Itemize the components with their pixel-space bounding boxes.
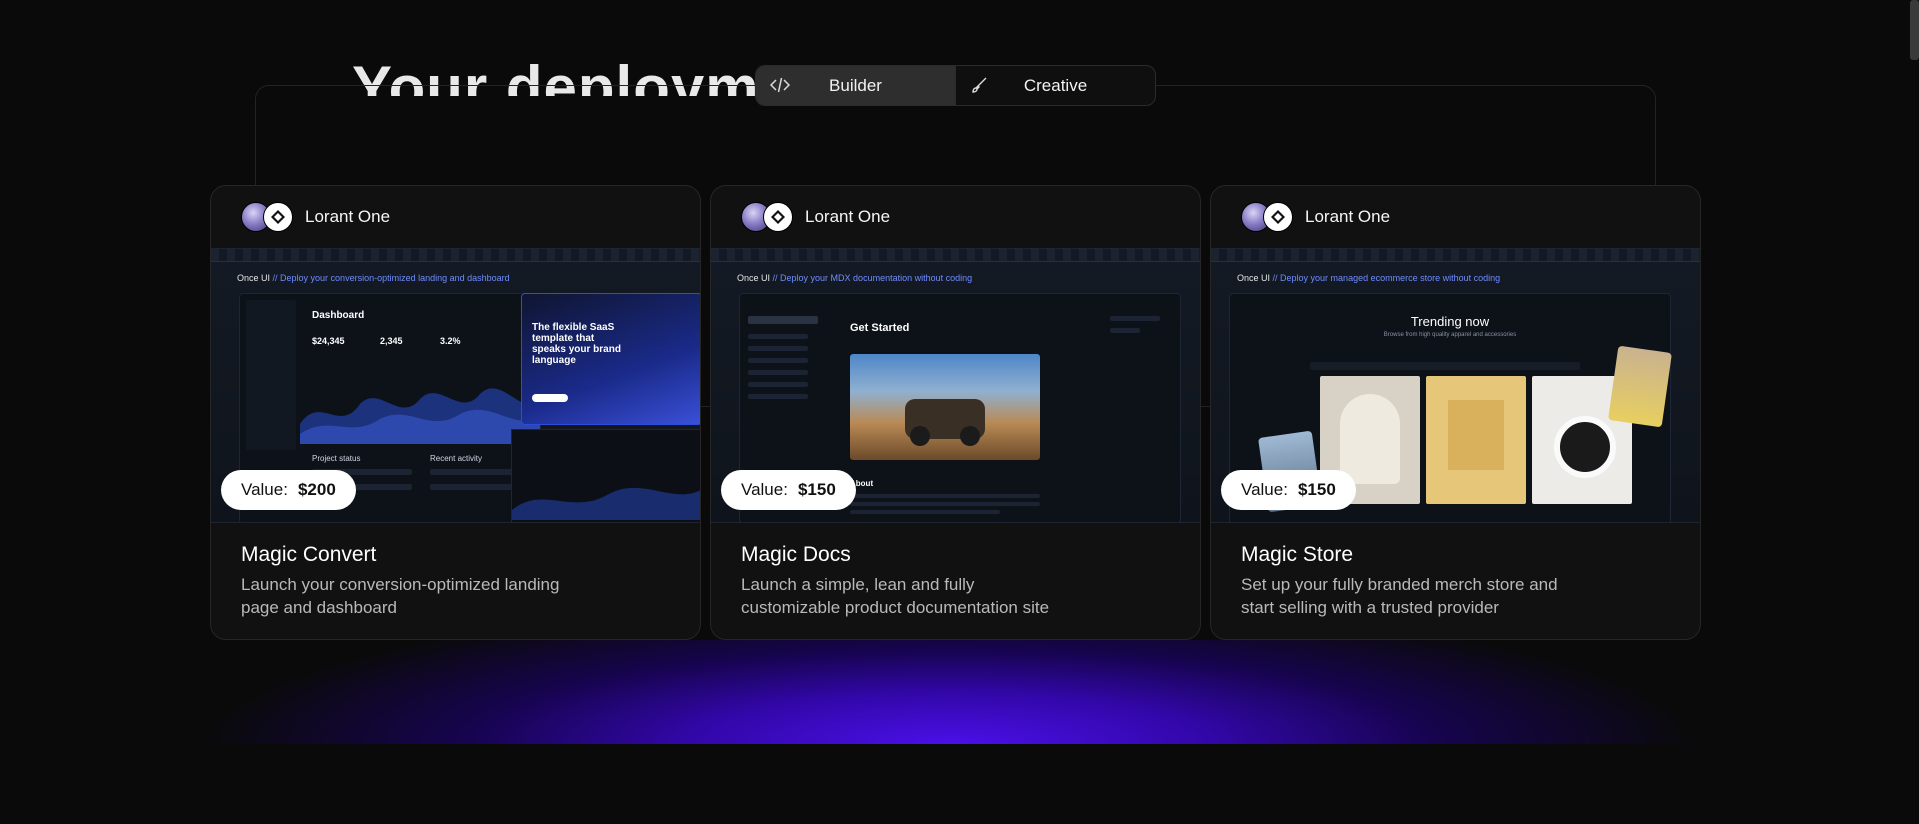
- author-name: Lorant One: [305, 207, 391, 226]
- card-title[interactable]: Magic Docs: [741, 543, 851, 567]
- logo-avatar: [263, 202, 293, 232]
- mode-toggle[interactable]: Builder Creative: [755, 65, 1156, 106]
- purple-glow: [205, 640, 1695, 744]
- value-amount: $150: [797, 480, 836, 499]
- avatar-group: [1241, 202, 1293, 232]
- value-badge: Value: $150: [1221, 470, 1356, 510]
- card-author: Lorant One: [1241, 202, 1390, 232]
- value-amount: $200: [297, 480, 336, 499]
- card-title[interactable]: Magic Store: [1241, 543, 1353, 567]
- logo-avatar: [1263, 202, 1293, 232]
- value-label: Value:: [741, 480, 788, 499]
- card-description: Launch a simple, lean and fully customiz…: [741, 575, 1050, 617]
- preview-tagline: Once UI // Deploy your managed ecommerce…: [1237, 273, 1501, 283]
- card-author: Lorant One: [741, 202, 890, 232]
- toggle-creative[interactable]: Creative: [955, 66, 1155, 105]
- code-icon: [770, 77, 790, 93]
- value-badge: Value: $200: [221, 470, 356, 510]
- avatar-group: [241, 202, 293, 232]
- author-name: Lorant One: [805, 207, 891, 226]
- brush-icon: [972, 77, 987, 93]
- card-magic-store[interactable]: Lorant One Once UI // Deploy your manage…: [1210, 185, 1701, 640]
- value-amount: $150: [1297, 480, 1336, 499]
- value-label: Value:: [241, 480, 288, 499]
- avatar-group: [741, 202, 793, 232]
- preview-tagline: Once UI // Deploy your MDX documentation…: [737, 273, 973, 283]
- author-name: Lorant One: [1305, 207, 1391, 226]
- card-magic-convert[interactable]: Lorant One Once UI // Deploy your conver…: [210, 185, 701, 640]
- card-author: Lorant One: [241, 202, 390, 232]
- logo-avatar: [763, 202, 793, 232]
- card-magic-docs[interactable]: Lorant One Once UI // Deploy your MDX do…: [710, 185, 1201, 640]
- value-badge: Value: $150: [721, 470, 856, 510]
- toggle-builder[interactable]: Builder: [756, 66, 955, 105]
- value-label: Value:: [1241, 480, 1288, 499]
- card-description: Launch your conversion-optimized landing…: [241, 575, 560, 617]
- card-description: Set up your fully branded merch store an…: [1241, 575, 1558, 617]
- scrollbar[interactable]: [1910, 0, 1919, 60]
- preview-tagline: Once UI // Deploy your conversion-optimi…: [237, 273, 510, 283]
- card-title[interactable]: Magic Convert: [241, 543, 376, 567]
